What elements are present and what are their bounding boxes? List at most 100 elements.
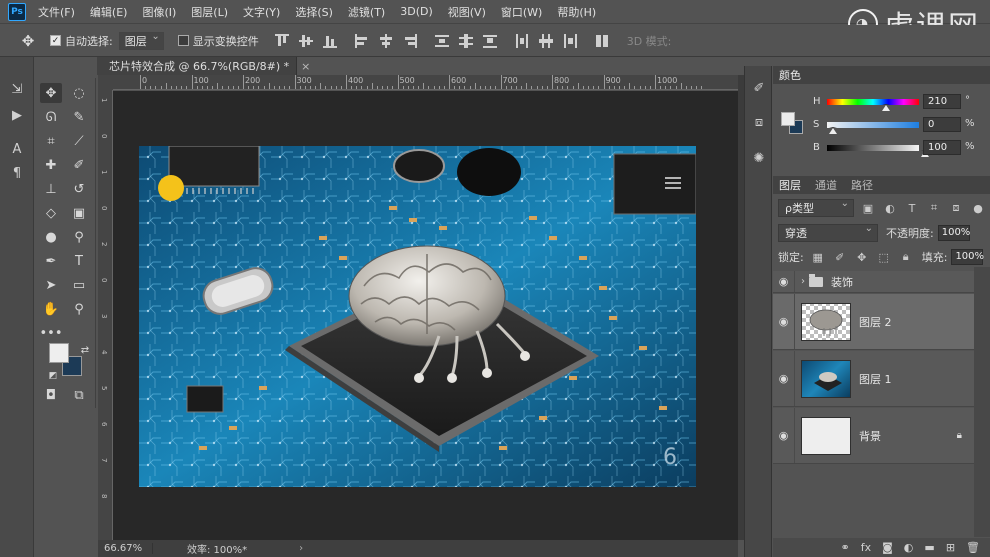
- align-left-icon[interactable]: [354, 33, 369, 48]
- move-tool-icon[interactable]: ✥: [18, 31, 38, 51]
- lock-pixels-icon[interactable]: ✐: [832, 249, 848, 265]
- quick-mask-icon[interactable]: ◘: [40, 385, 62, 405]
- link-layers-icon[interactable]: ⚭: [841, 541, 850, 554]
- saturation-slider[interactable]: [827, 122, 919, 128]
- menu-type[interactable]: 文字(Y): [243, 4, 280, 20]
- visibility-eye-icon[interactable]: ◉: [773, 408, 795, 463]
- actions-play-icon[interactable]: ▶: [9, 107, 25, 123]
- paragraph-icon[interactable]: ¶: [9, 165, 25, 181]
- paths-tab[interactable]: 路径: [851, 177, 873, 193]
- visibility-eye-icon[interactable]: ◉: [773, 351, 795, 406]
- brush-tool-icon[interactable]: ✐: [68, 155, 90, 175]
- blur-tool-icon[interactable]: ●: [40, 227, 62, 247]
- menu-filter[interactable]: 滤镜(T): [348, 4, 385, 20]
- layers-scrollbar[interactable]: [974, 267, 990, 537]
- align-vcenter-icon[interactable]: [298, 34, 313, 48]
- menu-help[interactable]: 帮助(H): [557, 4, 596, 20]
- new-group-icon[interactable]: ▬: [924, 541, 934, 554]
- filter-pixel-icon[interactable]: ▣: [860, 200, 876, 216]
- brush-settings-icon[interactable]: ✐: [751, 80, 767, 96]
- filter-smart-object-icon[interactable]: ⧈: [948, 200, 964, 216]
- default-colors-icon[interactable]: ◩: [42, 366, 64, 386]
- fill-field[interactable]: 100%: [951, 249, 984, 265]
- auto-select-checkbox[interactable]: ✓: [50, 35, 61, 46]
- color-foreground-swatch[interactable]: [781, 112, 795, 126]
- visibility-eye-icon[interactable]: ◉: [773, 294, 795, 349]
- filter-type-icon[interactable]: T: [904, 200, 920, 216]
- distribute-right-icon[interactable]: [563, 33, 577, 48]
- layer-filter-dropdown[interactable]: ρ类型: [778, 198, 854, 217]
- zoom-level[interactable]: 66.67%: [98, 543, 153, 554]
- type-tool-icon[interactable]: T: [68, 251, 90, 271]
- clone-stamp-tool-icon[interactable]: ⊥: [40, 179, 62, 199]
- saturation-value-field[interactable]: 0: [923, 117, 961, 132]
- vertical-ruler[interactable]: 1 0 1 0 2 0 3 4 5 6 7 8: [98, 90, 113, 540]
- distribute-top-icon[interactable]: [434, 34, 449, 48]
- horizontal-ruler[interactable]: 0 100 200 300 400 500 600 700 800 900 1000: [113, 75, 738, 90]
- lock-position-icon[interactable]: ✥: [854, 249, 870, 265]
- character-icon[interactable]: A: [9, 141, 25, 157]
- layer-effects-icon[interactable]: fx: [861, 541, 871, 554]
- path-select-tool-icon[interactable]: ➤: [40, 275, 62, 295]
- menu-image[interactable]: 图像(I): [142, 4, 176, 20]
- zoom-tool-icon[interactable]: ⚲: [68, 299, 90, 319]
- hand-tool-icon[interactable]: ✋: [40, 299, 62, 319]
- filter-toggle-icon[interactable]: ●: [970, 200, 986, 216]
- add-mask-icon[interactable]: ◙: [882, 541, 893, 554]
- menu-edit[interactable]: 编辑(E): [90, 4, 128, 20]
- more-tools-icon[interactable]: •••: [40, 323, 63, 343]
- healing-brush-tool-icon[interactable]: ✚: [40, 155, 62, 175]
- gradient-tool-icon[interactable]: ▣: [68, 203, 90, 223]
- rectangle-tool-icon[interactable]: ▭: [68, 275, 90, 295]
- color-panel-tab[interactable]: 颜色: [779, 67, 801, 83]
- distribute-bottom-icon[interactable]: [482, 34, 497, 48]
- menu-file[interactable]: 文件(F): [38, 4, 75, 20]
- new-layer-icon[interactable]: ⊞: [946, 541, 955, 554]
- group-expand-chevron-icon[interactable]: ›: [801, 276, 805, 287]
- align-top-icon[interactable]: [274, 33, 289, 48]
- pen-tool-icon[interactable]: ✒: [40, 251, 62, 271]
- document-canvas[interactable]: 6: [139, 146, 696, 487]
- eyedropper-tool-icon[interactable]: ⟋: [68, 131, 90, 151]
- filter-shape-icon[interactable]: ⌗: [926, 200, 942, 216]
- layer-row-layer2[interactable]: ◉ 图层 2: [773, 294, 974, 350]
- document-tab[interactable]: 芯片特效合成 @ 66.7%(RGB/8#) * ×: [97, 57, 310, 75]
- layer-row-layer1[interactable]: ◉ 图层 1: [773, 351, 974, 407]
- brightness-value-field[interactable]: 100: [923, 140, 961, 155]
- quick-select-tool-icon[interactable]: ✎: [68, 107, 90, 127]
- hue-slider-thumb[interactable]: [882, 104, 891, 111]
- menu-select[interactable]: 选择(S): [295, 4, 333, 20]
- menu-window[interactable]: 窗口(W): [501, 4, 542, 20]
- close-tab-icon[interactable]: ×: [301, 60, 310, 73]
- align-bottom-icon[interactable]: [322, 34, 337, 48]
- hue-slider[interactable]: [827, 99, 919, 105]
- auto-align-icon[interactable]: [595, 34, 609, 48]
- status-menu-arrow[interactable]: ›: [299, 543, 303, 554]
- lock-transparent-icon[interactable]: ▦: [810, 249, 826, 265]
- marquee-tool-icon[interactable]: ◌: [68, 83, 90, 103]
- layer-row-background[interactable]: ◉ 背景 🔒︎: [773, 408, 974, 464]
- screen-mode-icon[interactable]: ⧉: [68, 385, 90, 405]
- lasso-tool-icon[interactable]: ᘏ: [40, 107, 62, 127]
- delete-layer-icon[interactable]: 🗑︎: [966, 541, 980, 554]
- visibility-eye-icon[interactable]: ◉: [773, 271, 795, 292]
- layer-row-group[interactable]: ◉ › 装饰: [773, 271, 974, 293]
- blend-mode-dropdown[interactable]: 穿透: [778, 223, 878, 242]
- layers-tab[interactable]: 图层: [779, 177, 801, 193]
- brightness-slider[interactable]: [827, 145, 919, 151]
- show-transform-checkbox[interactable]: [177, 35, 189, 46]
- lock-artboard-icon[interactable]: ⬚: [876, 249, 892, 265]
- opacity-field[interactable]: 100%: [937, 225, 970, 241]
- clone-source-icon[interactable]: ⧈: [751, 114, 767, 130]
- align-right-icon[interactable]: [403, 33, 417, 48]
- filter-adjustment-icon[interactable]: ◐: [882, 200, 898, 216]
- menu-3d[interactable]: 3D(D): [400, 5, 433, 18]
- lock-all-icon[interactable]: 🔒︎: [898, 249, 914, 265]
- adjustments-icon[interactable]: ✺: [751, 150, 767, 166]
- saturation-slider-thumb[interactable]: [829, 127, 837, 134]
- history-icon[interactable]: ⇲: [9, 81, 25, 97]
- move-tool-icon[interactable]: ✥: [40, 83, 62, 103]
- new-adjustment-icon[interactable]: ◐: [904, 541, 914, 554]
- auto-select-dropdown[interactable]: 图层: [118, 31, 164, 50]
- menu-view[interactable]: 视图(V): [448, 4, 486, 20]
